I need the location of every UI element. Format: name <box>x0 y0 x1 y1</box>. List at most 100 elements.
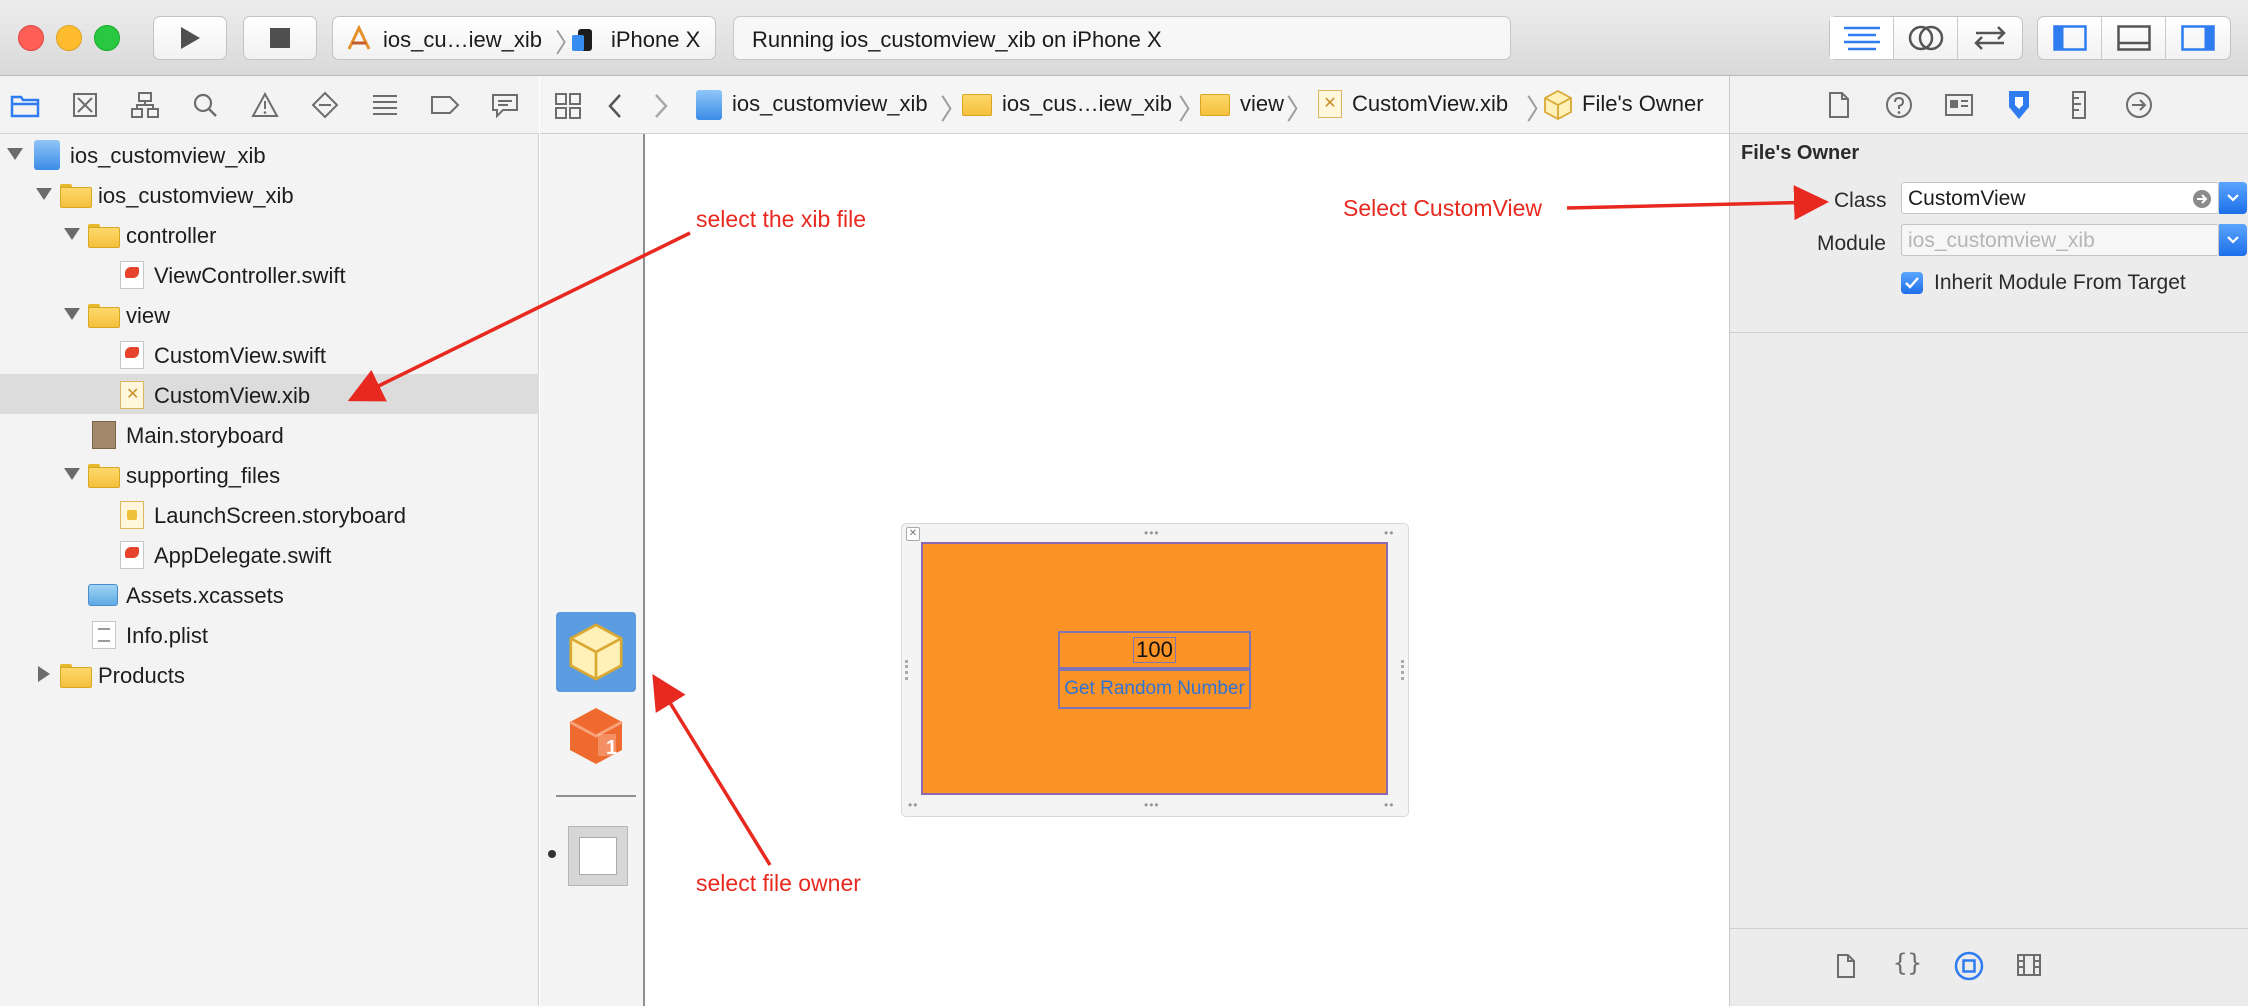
disclosure-triangle-icon[interactable] <box>36 188 52 200</box>
run-button[interactable] <box>153 16 227 60</box>
outline-divider <box>556 795 636 797</box>
hierarchy-icon <box>131 92 159 118</box>
get-random-number-button[interactable]: Get Random Number <box>1058 669 1251 709</box>
symbol-navigator-tab[interactable] <box>130 90 160 120</box>
tree-item-customview-swift[interactable]: CustomView.swift <box>0 334 539 374</box>
identity-shield-icon <box>2009 91 2029 119</box>
resize-handle-icon[interactable]: •• <box>1384 526 1394 540</box>
debug-navigator-tab[interactable] <box>370 90 400 120</box>
file-inspector-tab[interactable] <box>1824 90 1854 120</box>
tree-item-view[interactable]: view <box>0 294 539 334</box>
tree-item-label: CustomView.swift <box>154 343 326 368</box>
module-dropdown-button[interactable] <box>2219 224 2247 256</box>
disclosure-triangle-icon[interactable] <box>64 228 80 240</box>
size-inspector-tab[interactable] <box>2064 90 2094 120</box>
disclosure-triangle-icon[interactable] <box>64 308 80 320</box>
forward-arrow-icon[interactable] <box>652 93 670 119</box>
resize-handle-icon[interactable]: •• <box>1384 798 1394 812</box>
breakpoint-navigator-tab[interactable] <box>430 90 460 120</box>
object-library-tab[interactable] <box>1954 951 1984 981</box>
stop-button[interactable] <box>243 16 317 60</box>
tree-item-group-root[interactable]: ios_customview_xib <box>0 174 539 214</box>
source-control-icon <box>73 93 97 117</box>
resize-handle-icon[interactable]: ••• <box>1144 798 1160 812</box>
panel-toggle-control <box>2037 16 2231 60</box>
jumpbar-crumb[interactable]: view <box>1240 91 1284 117</box>
identity-inspector-tab[interactable] <box>2004 90 2034 120</box>
number-label[interactable]: 100 <box>1058 631 1251 669</box>
find-navigator-tab[interactable] <box>190 90 220 120</box>
jumpbar-crumb[interactable]: File's Owner <box>1582 91 1704 117</box>
close-window-button[interactable] <box>18 25 44 51</box>
swift-file-icon <box>120 261 144 289</box>
debug-icon <box>373 95 397 115</box>
tree-item-label: ios_customview_xib <box>98 183 294 208</box>
assistant-editor-button[interactable] <box>1894 17 1958 59</box>
tree-item-assets[interactable]: Assets.xcassets <box>0 574 539 614</box>
utilities-toggle-button[interactable] <box>2166 17 2230 59</box>
code-snippet-library-tab[interactable]: {} <box>1893 949 1922 977</box>
issue-navigator-tab[interactable] <box>250 90 280 120</box>
stop-icon <box>270 28 290 48</box>
jumpbar-crumb[interactable]: ios_customview_xib <box>732 91 928 117</box>
report-navigator-tab[interactable] <box>490 90 520 120</box>
module-field[interactable]: ios_customview_xib <box>1901 224 2219 256</box>
file-icon <box>1837 954 1855 978</box>
connections-arrow-icon <box>2126 92 2152 118</box>
first-responder-placeholder[interactable]: 1 <box>564 704 628 768</box>
disclosure-triangle-icon[interactable] <box>7 148 23 160</box>
resize-handle-icon[interactable] <box>1401 660 1405 680</box>
view-placeholder[interactable] <box>568 826 628 886</box>
class-dropdown-button[interactable] <box>2219 182 2247 214</box>
inherit-module-label[interactable]: Inherit Module From Target <box>1934 271 2186 295</box>
module-label: Module <box>1817 232 1886 255</box>
jumpbar-crumb[interactable]: CustomView.xib <box>1352 91 1508 117</box>
tree-item-controller[interactable]: controller <box>0 214 539 254</box>
standard-editor-icon <box>1843 26 1880 51</box>
related-items-icon[interactable] <box>554 92 582 120</box>
jumpbar-crumb[interactable]: ios_cus…iew_xib <box>1002 91 1172 117</box>
storyboard-file-icon <box>92 421 116 449</box>
go-arrow-icon[interactable] <box>2192 189 2212 209</box>
files-owner-placeholder[interactable] <box>556 612 636 692</box>
back-arrow-icon[interactable] <box>606 93 624 119</box>
inherit-module-checkbox[interactable] <box>1901 272 1923 294</box>
tree-item-products[interactable]: Products <box>0 654 539 694</box>
debug-area-toggle-button[interactable] <box>2102 17 2166 59</box>
close-scene-icon[interactable]: ✕ <box>906 527 920 541</box>
folder-icon <box>60 184 92 208</box>
scheme-selector[interactable]: ios_cu…iew_xib 〉 iPhone X <box>332 16 716 60</box>
project-navigator-tab[interactable] <box>10 90 40 120</box>
activity-status: Running ios_customview_xib on iPhone X <box>752 27 1162 52</box>
media-library-tab[interactable] <box>2016 953 2042 977</box>
quick-help-tab[interactable] <box>1884 90 1914 120</box>
standard-editor-button[interactable] <box>1830 17 1894 59</box>
resize-handle-icon[interactable] <box>905 660 909 680</box>
minimize-window-button[interactable] <box>56 25 82 51</box>
disclosure-triangle-icon[interactable] <box>38 666 50 682</box>
tree-item-launchscreen-storyboard[interactable]: LaunchScreen.storyboard <box>0 494 539 534</box>
zoom-window-button[interactable] <box>94 25 120 51</box>
version-editor-button[interactable] <box>1958 17 2022 59</box>
tree-item-customview-xib[interactable]: CustomView.xib <box>0 374 539 414</box>
asset-catalog-icon <box>88 584 118 606</box>
tree-item-appdelegate-swift[interactable]: AppDelegate.swift <box>0 534 539 574</box>
source-control-navigator-tab[interactable] <box>70 90 100 120</box>
disclosure-triangle-icon[interactable] <box>64 468 80 480</box>
file-template-library-tab[interactable] <box>1836 953 1856 979</box>
braces-icon: {} <box>1893 949 1922 977</box>
tree-item-project[interactable]: ios_customview_xib <box>0 134 539 174</box>
tree-item-main-storyboard[interactable]: Main.storyboard <box>0 414 539 454</box>
scheme-name: ios_cu…iew_xib <box>383 27 542 52</box>
number-label-text: 100 <box>1133 637 1176 663</box>
test-navigator-tab[interactable] <box>310 90 340 120</box>
identity-inspector-card-tab[interactable] <box>1944 90 1974 120</box>
class-field[interactable]: CustomView <box>1901 182 2219 214</box>
connections-inspector-tab[interactable] <box>2124 90 2154 120</box>
resize-handle-icon[interactable]: •• <box>908 798 918 812</box>
resize-handle-icon[interactable]: ••• <box>1144 526 1160 540</box>
navigator-toggle-button[interactable] <box>2038 17 2102 59</box>
tree-item-supporting-files[interactable]: supporting_files <box>0 454 539 494</box>
tree-item-viewcontroller-swift[interactable]: ViewController.swift <box>0 254 539 294</box>
tree-item-info-plist[interactable]: Info.plist <box>0 614 539 654</box>
